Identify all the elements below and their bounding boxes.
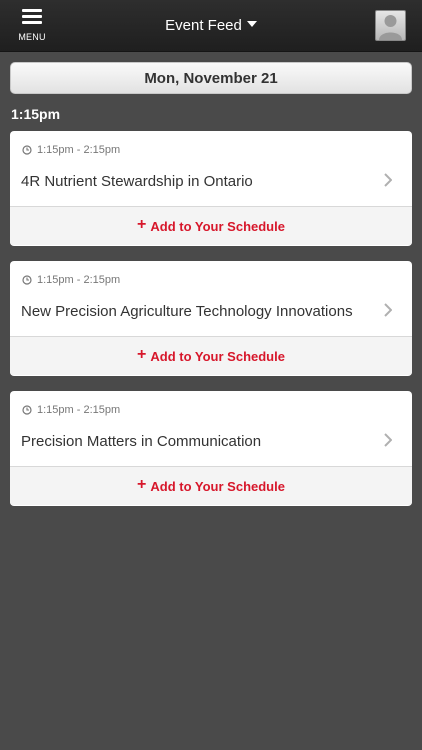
event-details-row[interactable]: 1:15pm - 2:15pm New Precision Agricultur… bbox=[10, 261, 412, 337]
event-time-text: 1:15pm - 2:15pm bbox=[37, 274, 121, 286]
add-to-schedule-button[interactable]: + Add to Your Schedule bbox=[10, 467, 412, 505]
date-selector[interactable]: Mon, November 21 bbox=[10, 62, 412, 94]
event-time-text: 1:15pm - 2:15pm bbox=[37, 144, 121, 156]
event-title: Precision Matters in Communication bbox=[21, 433, 262, 450]
chevron-right-icon bbox=[384, 303, 392, 317]
add-to-schedule-button[interactable]: + Add to Your Schedule bbox=[10, 207, 412, 245]
event-feed-dropdown[interactable]: Event Feed bbox=[0, 17, 422, 34]
profile-button[interactable] bbox=[375, 10, 406, 41]
time-group-header: 1:15pm bbox=[11, 106, 61, 122]
event-time: 1:15pm - 2:15pm bbox=[22, 144, 120, 156]
event-card: 1:15pm - 2:15pm New Precision Agricultur… bbox=[10, 261, 412, 376]
plus-icon: + bbox=[137, 476, 147, 493]
event-time-text: 1:15pm - 2:15pm bbox=[37, 404, 121, 416]
event-title: 4R Nutrient Stewardship in Ontario bbox=[21, 173, 253, 190]
event-time: 1:15pm - 2:15pm bbox=[22, 274, 120, 286]
event-details-row[interactable]: 1:15pm - 2:15pm 4R Nutrient Stewardship … bbox=[10, 131, 412, 207]
chevron-right-icon bbox=[384, 173, 392, 187]
event-details-row[interactable]: 1:15pm - 2:15pm Precision Matters in Com… bbox=[10, 391, 412, 467]
clock-icon bbox=[22, 405, 32, 415]
caret-down-icon bbox=[246, 21, 257, 28]
add-to-schedule-label: Add to Your Schedule bbox=[150, 218, 285, 234]
add-to-schedule-label: Add to Your Schedule bbox=[150, 478, 285, 494]
clock-icon bbox=[22, 145, 32, 155]
user-avatar-icon bbox=[379, 15, 402, 40]
event-feed-title: Event Feed bbox=[165, 17, 242, 34]
plus-icon: + bbox=[137, 216, 147, 233]
date-label: Mon, November 21 bbox=[144, 70, 278, 87]
add-to-schedule-button[interactable]: + Add to Your Schedule bbox=[10, 337, 412, 375]
top-navigation-bar: MENU Event Feed bbox=[0, 0, 422, 52]
event-card: 1:15pm - 2:15pm 4R Nutrient Stewardship … bbox=[10, 131, 412, 246]
add-to-schedule-label: Add to Your Schedule bbox=[150, 348, 285, 364]
clock-icon bbox=[22, 275, 32, 285]
event-title: New Precision Agriculture Technology Inn… bbox=[21, 303, 353, 320]
plus-icon: + bbox=[137, 346, 147, 363]
chevron-right-icon bbox=[384, 433, 392, 447]
event-card: 1:15pm - 2:15pm Precision Matters in Com… bbox=[10, 391, 412, 506]
event-time: 1:15pm - 2:15pm bbox=[22, 404, 120, 416]
